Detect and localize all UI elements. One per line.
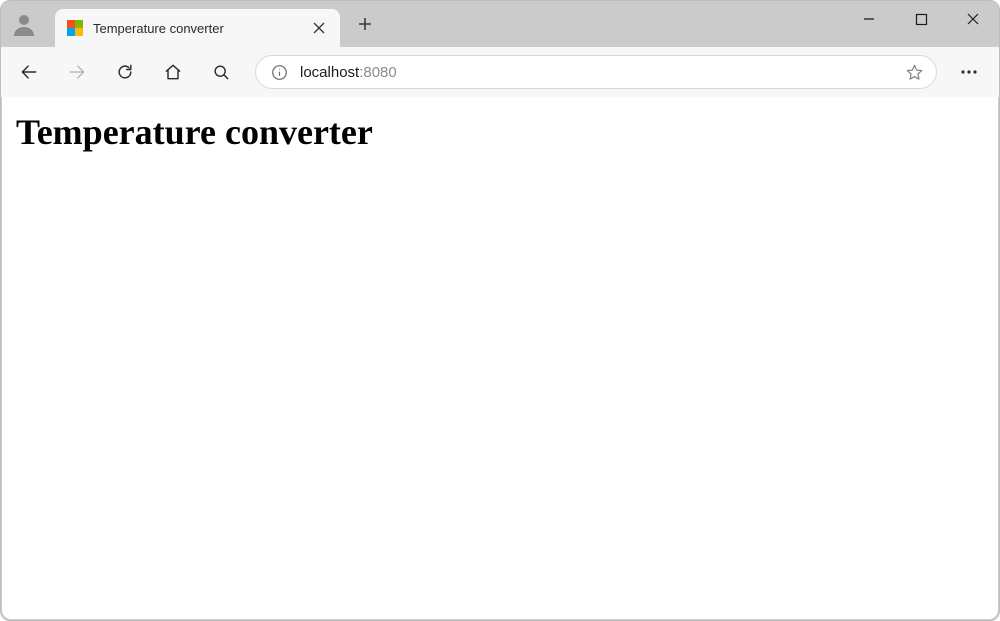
page-content: Temperature converter [2,97,998,167]
tab-close-button[interactable] [306,15,332,41]
star-icon [905,63,924,82]
more-button[interactable] [949,52,989,92]
window-controls [843,1,999,47]
reload-button[interactable] [103,52,147,92]
window-maximize-button[interactable] [895,1,947,37]
window-minimize-button[interactable] [843,1,895,37]
search-button[interactable] [199,52,243,92]
more-horizontal-icon [959,62,979,82]
info-icon [271,64,288,81]
favorite-button[interactable] [902,60,926,84]
favicon-microsoft-icon [67,20,83,36]
browser-tab[interactable]: Temperature converter [55,9,340,47]
tab-title: Temperature converter [93,21,296,36]
arrow-left-icon [19,62,39,82]
site-info-button[interactable] [270,63,288,81]
back-button[interactable] [7,52,51,92]
toolbar: localhost:8080 [1,47,999,97]
profile-button[interactable] [1,1,47,47]
window-close-button[interactable] [947,1,999,37]
browser-window: Temperature converter [0,0,1000,621]
url-text: localhost:8080 [300,64,890,81]
forward-button[interactable] [55,52,99,92]
reload-icon [115,62,135,82]
profile-icon [12,12,36,36]
plus-icon [358,17,372,31]
new-tab-button[interactable] [348,7,382,41]
page-heading: Temperature converter [16,111,984,153]
home-button[interactable] [151,52,195,92]
home-icon [163,62,183,82]
address-bar[interactable]: localhost:8080 [255,55,937,89]
search-icon [211,62,231,82]
maximize-icon [915,13,928,26]
url-host: localhost [300,64,359,81]
minimize-icon [862,12,876,26]
titlebar: Temperature converter [1,1,999,47]
arrow-right-icon [67,62,87,82]
url-port: :8080 [359,64,397,81]
close-icon [313,22,325,34]
close-icon [966,12,980,26]
page-viewport: Temperature converter [2,97,998,619]
